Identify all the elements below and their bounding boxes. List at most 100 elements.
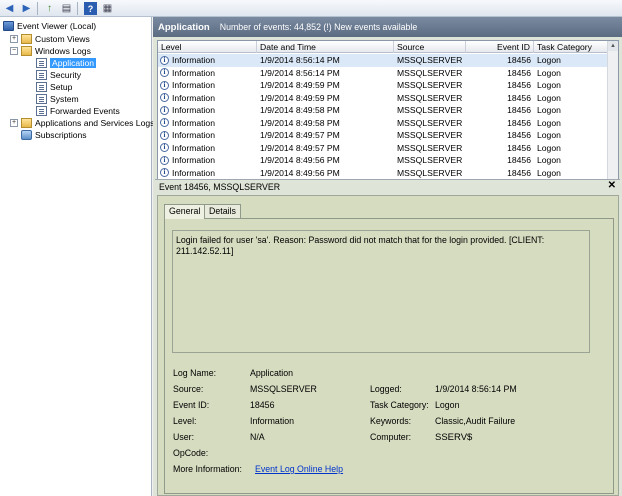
tree-item-forwarded-events[interactable]: Forwarded Events: [36, 105, 120, 117]
value-level[interactable]: Information: [250, 416, 294, 426]
information-icon: i: [160, 130, 169, 140]
cell-date-time: 1/9/2014 8:49:59 PM: [260, 92, 340, 103]
information-icon: i: [160, 105, 169, 115]
tree-item-setup[interactable]: Setup: [36, 81, 72, 93]
table-row[interactable]: i Information 1/9/2014 8:49:57 PM MSSQLSERV…: [158, 129, 608, 142]
cell-date-time: 1/9/2014 8:49:59 PM: [260, 80, 340, 90]
cell-level: Information: [172, 55, 215, 65]
scroll-up-icon[interactable]: ▲: [608, 41, 618, 51]
event-message[interactable]: Login failed for user 'sa'. Reason: Pass…: [172, 230, 590, 353]
value-source[interactable]: MSSQLSERVER: [250, 384, 317, 394]
tree-item-application[interactable]: Application: [36, 57, 97, 69]
cell-date-time: 1/9/2014 8:49:57 PM: [260, 142, 340, 153]
forward-icon[interactable]: ▶: [20, 2, 33, 15]
column-header-date-time[interactable]: Date and Time: [257, 41, 394, 53]
cell-date-time: 1/9/2014 8:49:56 PM: [260, 167, 340, 178]
general-tab-panel: Login failed for user 'sa'. Reason: Pass…: [164, 218, 614, 494]
tree-item-custom-views[interactable]: + Custom Views: [10, 33, 90, 45]
cell-event-id: 18456: [507, 130, 531, 140]
label-logged: Logged:: [370, 384, 402, 394]
value-user[interactable]: N/A: [250, 432, 265, 442]
main-pane: Application Number of events: 44,852 (!)…: [153, 17, 622, 496]
cell-date-time: 1/9/2014 8:49:58 PM: [260, 105, 340, 115]
console-tree-icon[interactable]: ▤: [60, 2, 73, 15]
column-header-event-id[interactable]: Event ID: [466, 41, 534, 53]
cell-source: MSSQLSERVER: [397, 130, 463, 140]
column-header-level[interactable]: Level: [158, 41, 257, 53]
expand-icon[interactable]: +: [10, 119, 18, 127]
close-icon[interactable]: ✕: [608, 180, 616, 191]
value-event-id[interactable]: 18456: [250, 400, 274, 410]
table-row[interactable]: i Information 1/9/2014 8:49:56 PM MSSQLSERV…: [158, 167, 608, 180]
cell-event-id: 18456: [507, 92, 531, 103]
cell-level: Information: [172, 142, 215, 153]
information-icon: i: [160, 168, 169, 177]
log-icon: [36, 58, 47, 68]
label-source: Source:: [173, 384, 204, 394]
cell-task-category: Logon: [537, 167, 561, 178]
tree-item-system[interactable]: System: [36, 93, 79, 105]
cell-source: MSSQLSERVER: [397, 142, 463, 153]
cell-level: Information: [172, 167, 215, 178]
tree-item-subscriptions[interactable]: Subscriptions: [21, 129, 87, 141]
log-icon: [36, 94, 47, 104]
value-logged[interactable]: 1/9/2014 8:56:14 PM: [435, 384, 517, 394]
tree-label: Forwarded Events: [50, 106, 120, 116]
event-log-online-help-link[interactable]: Event Log Online Help: [255, 464, 343, 474]
cell-level: Information: [172, 67, 215, 78]
tree-item-event-viewer[interactable]: Event Viewer (Local): [3, 20, 96, 32]
table-row[interactable]: i Information 1/9/2014 8:49:59 PM MSSQLSERV…: [158, 92, 608, 105]
cell-level: Information: [172, 155, 215, 165]
vertical-scrollbar[interactable]: ▲ ▼: [607, 41, 618, 191]
table-row[interactable]: i Information 1/9/2014 8:49:56 PM MSSQLSERV…: [158, 154, 608, 167]
information-icon: i: [160, 80, 169, 90]
cell-source: MSSQLSERVER: [397, 105, 463, 115]
value-task-category[interactable]: Logon: [435, 400, 459, 410]
view-icon[interactable]: ▦: [101, 2, 114, 15]
expand-icon[interactable]: +: [10, 35, 18, 43]
value-keywords[interactable]: Classic,Audit Failure: [435, 416, 515, 426]
cell-level: Information: [172, 105, 215, 115]
cell-task-category: Logon: [537, 117, 561, 128]
tree-item-security[interactable]: Security: [36, 69, 81, 81]
table-row[interactable]: i Information 1/9/2014 8:56:14 PM MSSQLSERV…: [158, 54, 608, 67]
value-computer[interactable]: SSERV$: [435, 432, 472, 443]
navigation-tree: Event Viewer (Local) + Custom Views − Wi…: [0, 17, 154, 496]
information-icon: i: [160, 93, 169, 102]
help-icon[interactable]: ?: [84, 2, 97, 15]
tab-general[interactable]: General: [164, 204, 206, 219]
tab-details[interactable]: Details: [204, 204, 241, 218]
collapse-icon[interactable]: −: [10, 47, 18, 55]
cell-task-category: Logon: [537, 92, 561, 103]
cell-source: MSSQLSERVER: [397, 117, 463, 128]
table-row[interactable]: i Information 1/9/2014 8:49:59 PM MSSQLSERV…: [158, 79, 608, 92]
table-row[interactable]: i Information 1/9/2014 8:49:57 PM MSSQLSERV…: [158, 142, 608, 155]
event-detail-title: Event 18456, MSSQLSERVER: [159, 181, 281, 192]
tree-label: System: [50, 94, 79, 104]
table-row[interactable]: i Information 1/9/2014 8:49:58 PM MSSQLSERV…: [158, 117, 608, 130]
tree-label: Subscriptions: [35, 130, 87, 140]
tree-label: Windows Logs: [35, 46, 91, 56]
column-header-source[interactable]: Source: [394, 41, 466, 53]
cell-source: MSSQLSERVER: [397, 55, 463, 65]
back-icon[interactable]: ◀: [3, 2, 16, 15]
up-folder-icon[interactable]: ↑: [43, 2, 56, 15]
value-log-name[interactable]: Application: [250, 368, 293, 378]
label-computer: Computer:: [370, 432, 412, 442]
folder-icon: [21, 46, 32, 56]
cell-level: Information: [172, 92, 215, 103]
information-icon: i: [160, 143, 169, 152]
event-count: Number of events: 44,852 (!) New events …: [219, 22, 418, 32]
label-keywords: Keywords:: [370, 416, 412, 426]
cell-task-category: Logon: [537, 67, 561, 78]
tree-label: Application: [50, 58, 97, 68]
tree-label: Setup: [50, 82, 73, 92]
tree-item-apps-services-logs[interactable]: + Applications and Services Logs: [10, 117, 154, 129]
table-row[interactable]: i Information 1/9/2014 8:49:58 PM MSSQLSERV…: [158, 104, 608, 117]
column-header-task-category[interactable]: Task Category: [534, 41, 608, 53]
cell-source: MSSQLSERVER: [397, 155, 463, 165]
toolbar-separator: [37, 2, 38, 15]
table-row[interactable]: i Information 1/9/2014 8:56:14 PM MSSQLSERV…: [158, 67, 608, 80]
tree-item-windows-logs[interactable]: − Windows Logs: [10, 45, 91, 57]
information-icon: i: [160, 118, 169, 127]
